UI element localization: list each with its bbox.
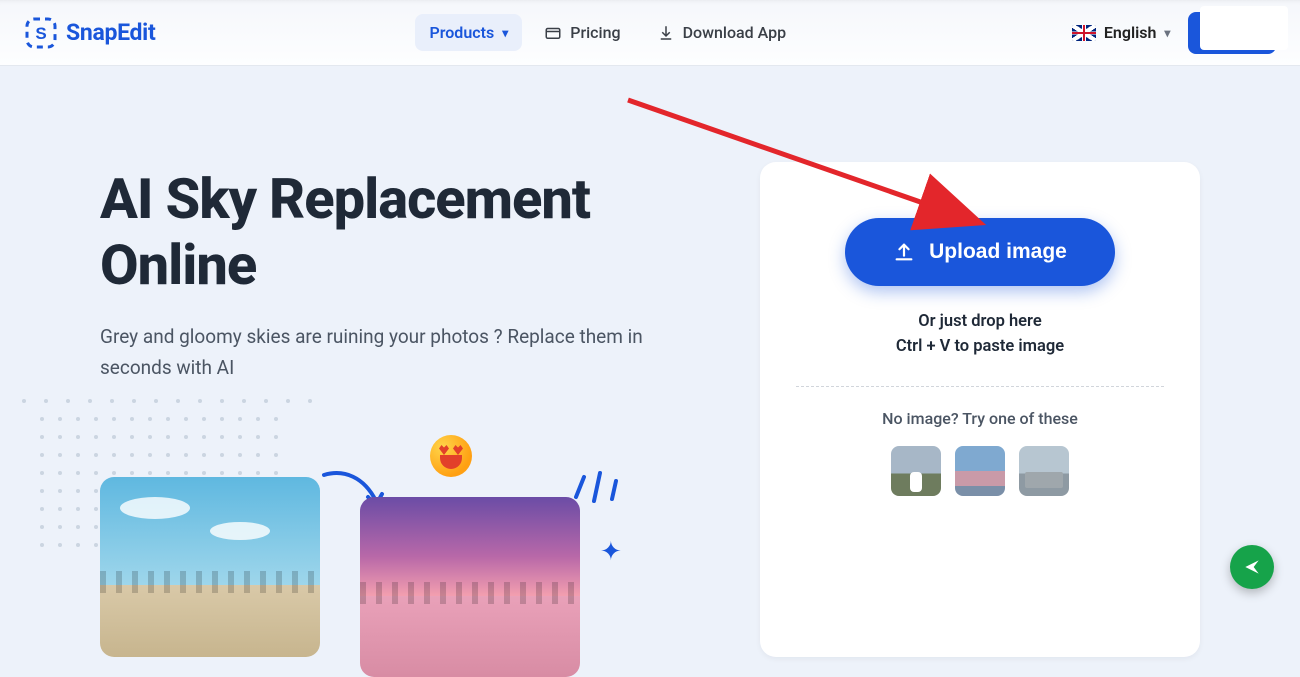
drop-hint-line2: Ctrl + V to paste image <box>896 335 1064 360</box>
hero-title: AI Sky Replacement Online <box>100 166 720 298</box>
drop-hint-line1: Or just drop here <box>896 310 1064 335</box>
download-icon <box>657 24 675 42</box>
card-divider <box>796 386 1164 387</box>
language-selector[interactable]: English ▾ <box>1072 23 1171 42</box>
header: S SnapEdit Products ▾ Pricing Download A… <box>0 0 1300 66</box>
chevron-down-icon: ▾ <box>1164 26 1170 40</box>
upload-image-button[interactable]: Upload image <box>845 218 1115 286</box>
drop-hint: Or just drop here Ctrl + V to paste imag… <box>896 310 1064 360</box>
sample-thumbnail-3[interactable] <box>1019 446 1069 496</box>
nav-products[interactable]: Products ▾ <box>415 14 522 51</box>
sample-thumbnails <box>891 446 1069 496</box>
hero-section: AI Sky Replacement Online Grey and gloom… <box>0 66 1300 657</box>
card-icon <box>544 24 562 42</box>
sparkle-lines-icon <box>570 457 626 507</box>
hero-subtitle: Grey and gloomy skies are ruining your p… <box>100 322 700 383</box>
upload-button-label: Upload image <box>929 240 1067 264</box>
example-after-image <box>360 497 580 677</box>
svg-text:S: S <box>35 24 46 43</box>
example-images: ✦ <box>100 417 720 657</box>
brand-logo[interactable]: S SnapEdit <box>24 16 155 50</box>
nav-pricing[interactable]: Pricing <box>530 14 634 51</box>
upload-card: Upload image Or just drop here Ctrl + V … <box>760 162 1200 657</box>
chevron-down-icon: ▾ <box>502 26 508 40</box>
try-sample-text: No image? Try one of these <box>882 409 1078 428</box>
nav-pricing-label: Pricing <box>570 23 620 42</box>
hero-left: AI Sky Replacement Online Grey and gloom… <box>100 106 720 657</box>
sample-thumbnail-2[interactable] <box>955 446 1005 496</box>
share-button[interactable] <box>1230 545 1274 589</box>
decorative-dots-row <box>22 399 720 403</box>
brand-name: SnapEdit <box>66 19 155 46</box>
sparkle-star-icon: ✦ <box>600 537 622 567</box>
main-nav: Products ▾ Pricing Download App <box>415 14 800 51</box>
share-icon <box>1242 557 1262 577</box>
header-blank-panel <box>1200 6 1288 50</box>
nav-download[interactable]: Download App <box>643 14 801 51</box>
nav-products-label: Products <box>429 23 494 42</box>
logo-icon: S <box>24 16 58 50</box>
language-label: English <box>1104 23 1157 42</box>
nav-download-label: Download App <box>683 23 787 42</box>
upload-icon <box>893 241 915 263</box>
example-before-image <box>100 477 320 657</box>
uk-flag-icon <box>1072 25 1096 41</box>
heart-eyes-emoji-icon <box>430 435 472 477</box>
sample-thumbnail-1[interactable] <box>891 446 941 496</box>
